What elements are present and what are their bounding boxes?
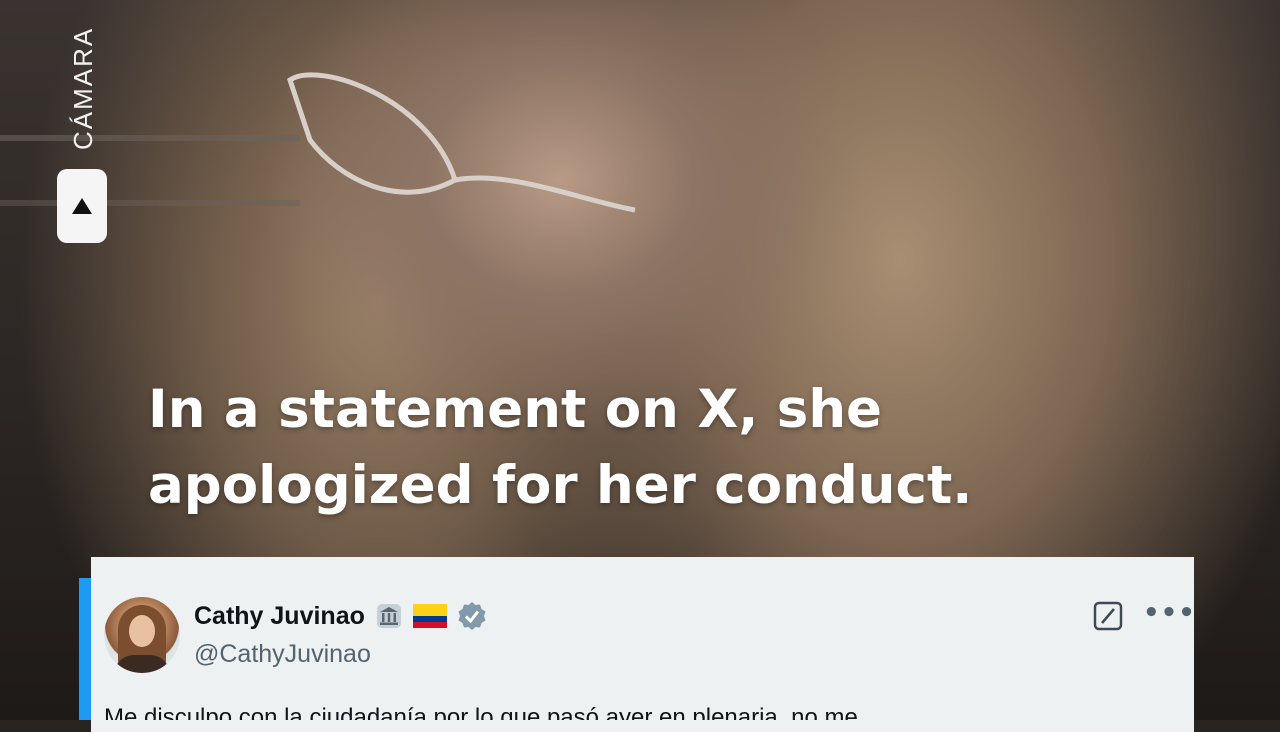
colombia-flag-icon: [412, 604, 447, 628]
caption-line-2: apologized for her conduct.: [148, 455, 973, 516]
eyeglasses-graphic: [287, 72, 636, 213]
author-display-name[interactable]: Cathy Juvinao: [194, 602, 365, 631]
grok-icon[interactable]: [1093, 601, 1123, 631]
background-shelf: [0, 135, 300, 141]
avatar[interactable]: [104, 597, 180, 673]
caption-line-1: In a statement on X, she: [148, 379, 883, 440]
channel-label: CÁMARA: [68, 26, 98, 150]
background-shelf-lower: [0, 200, 300, 206]
post-text: Me disculpo con la ciudadanía por lo que…: [104, 702, 1184, 720]
government-building-icon: [375, 602, 403, 630]
channel-logo[interactable]: [57, 169, 107, 243]
post-text-line: Me disculpo con la ciudadanía por lo que…: [104, 704, 858, 720]
more-options-icon[interactable]: •••: [1143, 600, 1195, 629]
triangle-up-icon: [72, 198, 92, 214]
verified-badge-icon: [457, 601, 487, 631]
video-caption: In a statement on X, she apologized for …: [148, 372, 1108, 524]
author-handle[interactable]: @CathyJuvinao: [194, 640, 371, 669]
post-accent-bar: [79, 578, 91, 720]
author-row: Cathy Juvinao: [194, 600, 487, 632]
